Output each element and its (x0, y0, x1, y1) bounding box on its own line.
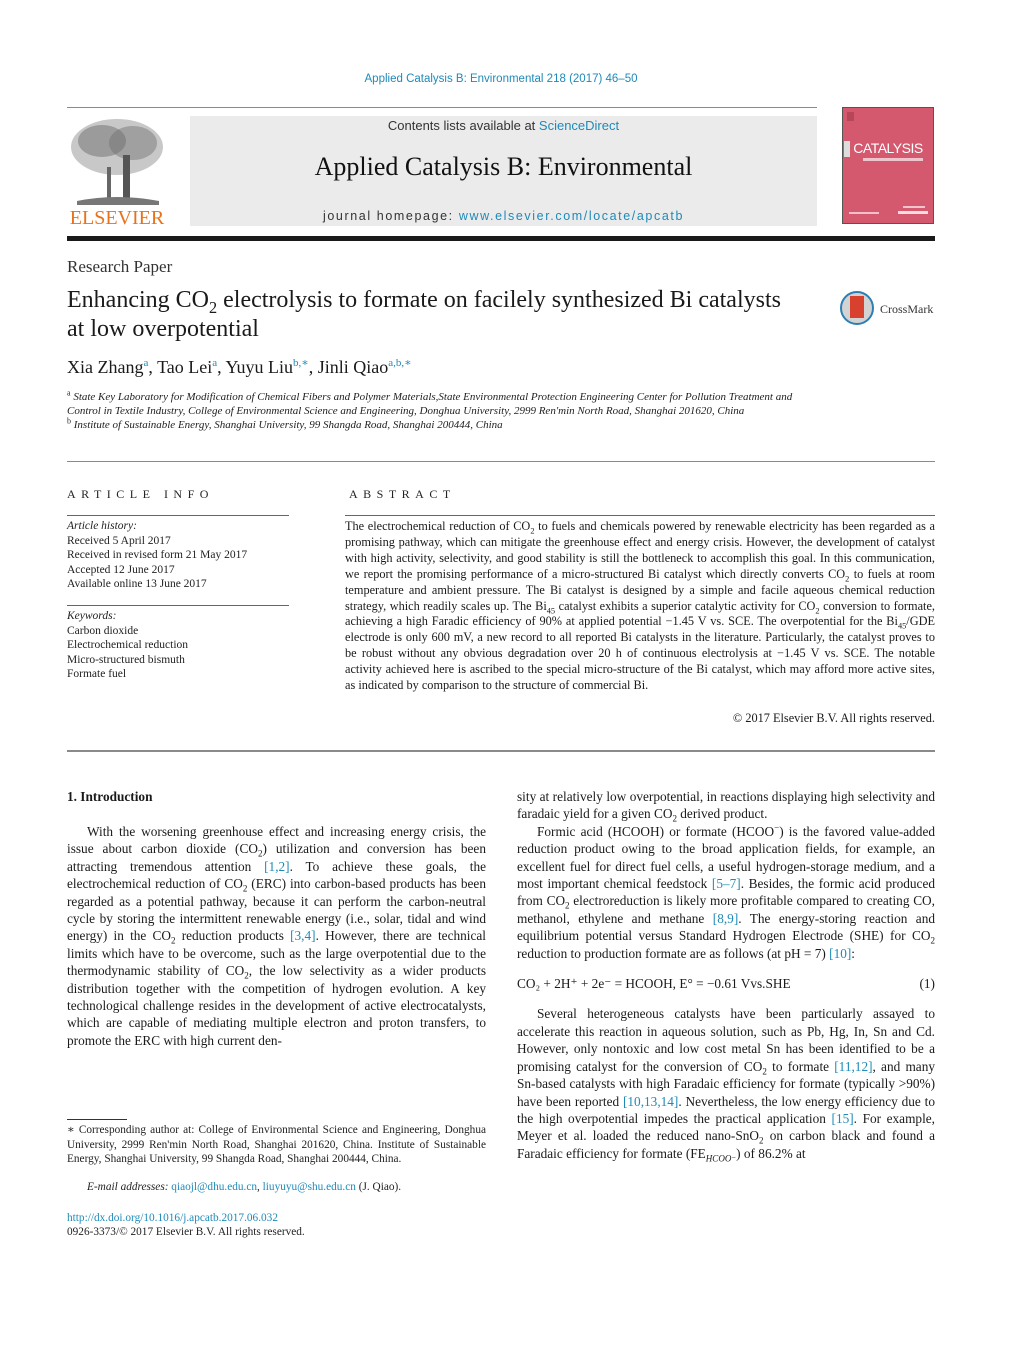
cover-logo (847, 112, 854, 121)
homepage-line: journal homepage: www.elsevier.com/locat… (190, 209, 817, 223)
paragraph: sity at relatively low overpotential, in… (517, 789, 935, 825)
citation-link[interactable]: [10] (829, 946, 851, 961)
equation-number: (1) (919, 976, 935, 992)
citation-link[interactable]: [11,12] (834, 1059, 872, 1074)
history-item: Available online 13 June 2017 (67, 578, 207, 590)
author-name[interactable]: Jinli Qiao (318, 357, 389, 377)
tree-icon (71, 119, 163, 205)
elsevier-wordmark: ELSEVIER (69, 207, 165, 229)
citation-link[interactable]: [10,13,14] (623, 1094, 678, 1109)
author-affiliation-mark[interactable]: a (143, 357, 148, 369)
doi-link[interactable]: http://dx.doi.org/10.1016/j.apcatb.2017.… (67, 1212, 278, 1224)
email-line: E-mail addresses: qiaojl@dhu.edu.cn, liu… (87, 1181, 402, 1193)
homepage-prefix: journal homepage: (323, 209, 459, 223)
email-link[interactable]: liuyuyu@shu.edu.cn (263, 1181, 356, 1193)
article-history: Article history: Received 5 April 2017 R… (67, 519, 247, 592)
cover-title: CATALYSIS (853, 140, 923, 156)
right-column: sity at relatively low overpotential, in… (517, 788, 936, 1164)
keywords-label: Keywords: (67, 610, 117, 622)
journal-title[interactable]: Applied Catalysis B: Environmental (190, 152, 817, 182)
equation-body: CO₂ + 2H⁺ + 2e⁻ = HCOOH, E° = −0.61 Vvs.… (517, 976, 791, 992)
homepage-link[interactable]: www.elsevier.com/locate/apcatb (459, 209, 684, 223)
citation-link[interactable]: [3,4] (290, 928, 315, 943)
elsevier-logo[interactable]: ELSEVIER (67, 115, 167, 230)
keyword-item: Electrochemical reduction (67, 639, 189, 651)
author-name[interactable]: Tao Lei (157, 357, 212, 377)
crossmark-flag-icon (850, 296, 864, 318)
article-title: Enhancing CO2 electrolysis to formate on… (67, 287, 781, 342)
cover-footer-line (898, 211, 928, 214)
intro-paragraph: With the worsening greenhouse effect and… (67, 824, 486, 1048)
issn-copyright: 0926-3373/© 2017 Elsevier B.V. All right… (67, 1226, 305, 1238)
history-label: Article history: (67, 520, 137, 532)
abstract-heading: ABSTRACT (349, 487, 456, 501)
journal-masthead: Contents lists available at ScienceDirec… (190, 116, 817, 226)
cover-footer-line (849, 212, 879, 214)
affiliations: a State Key Laboratory for Modification … (67, 388, 827, 432)
keywords: Keywords: Carbon dioxide Electrochemical… (67, 609, 188, 682)
citation-link[interactable]: [8,9] (713, 911, 738, 926)
author-name[interactable]: Xia Zhang (67, 357, 143, 377)
abstract-text: The electrochemical reduction of CO2 to … (345, 519, 935, 693)
affiliation-item: b Institute of Sustainable Energy, Shang… (67, 416, 503, 431)
divider (67, 605, 289, 606)
history-item: Received 5 April 2017 (67, 534, 171, 547)
cover-subtitle (863, 158, 923, 161)
contents-line: Contents lists available at ScienceDirec… (190, 118, 817, 133)
divider (345, 515, 935, 516)
section-heading: 1. Introduction (67, 789, 153, 804)
paragraph: Several heterogeneous catalysts have bee… (517, 1006, 936, 1164)
keyword-item: Formate fuel (67, 668, 127, 680)
equation: CO₂ + 2H⁺ + 2e⁻ = HCOOH, E° = −0.61 Vvs.… (517, 975, 935, 992)
left-column: With the worsening greenhouse effect and… (67, 823, 486, 1049)
abstract-copyright: © 2017 Elsevier B.V. All rights reserved… (732, 711, 935, 725)
header-thick-rule (67, 236, 935, 241)
author-affiliation-mark[interactable]: b,∗ (293, 357, 309, 369)
keyword-item: Micro-structured bismuth (67, 653, 185, 666)
divider (67, 750, 935, 752)
article-info-heading: ARTICLE INFO (67, 487, 214, 501)
author-affiliation-mark[interactable]: a,b,∗ (388, 357, 411, 369)
paragraph: Formic acid (HCOOH) or formate (HCOO−) i… (517, 822, 935, 961)
header-rule (67, 107, 817, 108)
keyword-item: Carbon dioxide (67, 624, 139, 637)
article-type: Research Paper (67, 257, 173, 276)
author-affiliation-mark[interactable]: a (212, 357, 217, 369)
citation-link[interactable]: [5–7] (712, 876, 741, 891)
footnote-rule (67, 1119, 127, 1120)
sciencedirect-link[interactable]: ScienceDirect (539, 118, 619, 133)
journal-reference-link[interactable]: Applied Catalysis B: Environmental 218 (… (0, 73, 1002, 85)
journal-cover-thumbnail[interactable]: CATALYSIS (842, 107, 934, 224)
divider (67, 461, 935, 462)
citation-link[interactable]: [1,2] (264, 859, 289, 874)
cover-footer-line (903, 206, 925, 208)
history-item: Accepted 12 June 2017 (67, 563, 175, 576)
contents-prefix: Contents lists available at (387, 118, 539, 133)
crossmark-button[interactable]: CrossMark (840, 291, 940, 329)
history-item: Received in revised form 21 May 2017 (67, 549, 248, 561)
crossmark-label: CrossMark (880, 302, 934, 316)
citation-link[interactable]: [15] (832, 1111, 854, 1126)
email-link[interactable]: qiaojl@dhu.edu.cn (171, 1181, 257, 1193)
divider (67, 515, 289, 516)
author-name[interactable]: Yuyu Liu (226, 357, 294, 377)
affiliation-item: a State Key Laboratory for Modification … (67, 388, 793, 417)
corresponding-author-footnote: ∗ Corresponding author at: College of En… (67, 1124, 486, 1165)
author-list: Xia Zhanga, Tao Leia, Yuyu Liub,∗, Jinli… (67, 357, 412, 377)
